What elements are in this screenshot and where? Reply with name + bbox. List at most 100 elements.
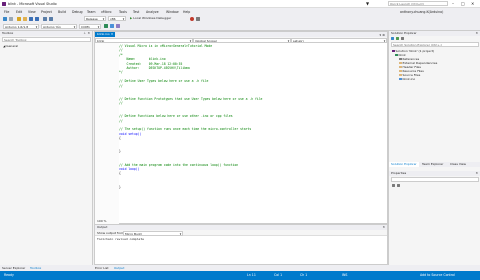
- menu-team[interactable]: Team: [87, 10, 95, 14]
- tab-server-explorer[interactable]: Server Explorer: [2, 266, 25, 270]
- maximize-button[interactable]: □: [461, 1, 465, 6]
- solution-explorer-tabs: Solution Explorer Team Explorer Class Vi…: [389, 162, 480, 167]
- toolbox-group-general[interactable]: ◢ General: [3, 44, 18, 48]
- new-vertical-tab-icon[interactable]: ⚙: [382, 33, 385, 37]
- code-area[interactable]: // Visual Micro is in vMicro>General>Tut…: [119, 43, 387, 225]
- menu-project[interactable]: Project: [41, 10, 52, 14]
- output-title: Output: [97, 225, 108, 229]
- breakpoint-icon[interactable]: [190, 16, 194, 21]
- tab-overflow-icon[interactable]: ▾: [379, 33, 381, 37]
- close-button[interactable]: ✕: [471, 1, 474, 6]
- properties-header: Properties ✕: [389, 171, 480, 176]
- chevron-down-icon: ▾: [383, 38, 386, 43]
- output-text: Toolchain revived complete: [97, 237, 144, 241]
- board-value: Arduino 1.6/1.8: [5, 24, 29, 29]
- bookmark-icon[interactable]: [196, 16, 200, 21]
- properties-panel: Properties ✕: [388, 171, 480, 265]
- status-line: Ln 11: [247, 273, 256, 277]
- refresh-icon[interactable]: [396, 36, 399, 40]
- menu-analyze[interactable]: Analyze: [146, 10, 159, 14]
- new-project-icon[interactable]: [17, 16, 21, 21]
- save-icon[interactable]: [29, 16, 33, 21]
- categorized-icon[interactable]: [392, 183, 395, 187]
- add-to-source-control[interactable]: Add to Source Control: [420, 273, 455, 277]
- back-icon[interactable]: [3, 16, 7, 21]
- output-source-dropdown[interactable]: Micro Build ▾: [123, 230, 183, 236]
- chevron-down-icon: ▾: [102, 17, 105, 21]
- chevron-down-icon: ▾: [97, 24, 100, 29]
- board2-dropdown[interactable]: Arduino Yún ▾: [41, 23, 77, 29]
- port-dropdown[interactable]: COM1 ▾: [79, 23, 101, 29]
- build-icon[interactable]: [116, 24, 120, 28]
- solution-search-input[interactable]: Search Solution Explorer (Ctrl+;): [391, 42, 479, 47]
- menu-window[interactable]: Window: [166, 10, 179, 14]
- menu-debug[interactable]: Debug: [72, 10, 82, 14]
- tree-item-blink-ino[interactable]: blink.ino: [399, 77, 415, 81]
- solution-explorer-title: Solution Explorer: [391, 31, 417, 35]
- menu-tools[interactable]: Tools: [119, 10, 127, 14]
- menu-help[interactable]: Help: [183, 10, 190, 14]
- menu-edit[interactable]: Edit: [16, 10, 22, 14]
- tab-solution-explorer[interactable]: Solution Explorer: [389, 162, 419, 167]
- close-icon[interactable]: ✕: [87, 31, 90, 36]
- debug-target-label: Local Windows Debugger: [133, 16, 172, 21]
- debug-target-button[interactable]: ▶ Local Windows Debugger: [130, 16, 171, 20]
- nav-member-dropdown[interactable]: setup() ▾: [291, 37, 387, 43]
- alphabetical-icon[interactable]: [397, 183, 400, 187]
- menu-bar: File Edit View Project Build Debug Team …: [0, 8, 480, 15]
- nav-scope-dropdown[interactable]: (Global Scope) ▾: [193, 37, 291, 43]
- platform-value: x86: [110, 17, 116, 21]
- close-icon[interactable]: ✕: [475, 171, 478, 176]
- menu-build[interactable]: Build: [58, 10, 66, 14]
- chevron-down-icon: ▾: [189, 38, 192, 43]
- menu-test[interactable]: Test: [133, 10, 139, 14]
- toolbox-title: Toolbox: [2, 31, 14, 35]
- tab-output[interactable]: Output: [114, 266, 124, 270]
- toolbox-search-input[interactable]: Search Toolbox: [2, 37, 91, 42]
- tab-error-list[interactable]: Error List: [95, 266, 109, 270]
- zoom-level[interactable]: 100 %: [97, 219, 107, 223]
- menu-file[interactable]: File: [4, 10, 9, 14]
- platform-dropdown[interactable]: x86 ▾: [108, 16, 126, 21]
- config-value: Release: [86, 17, 98, 21]
- show-output-label: Show output from:: [97, 231, 125, 235]
- tree-item-label: blink.ino: [402, 77, 416, 81]
- chevron-down-icon: ▾: [122, 17, 125, 21]
- undo-icon[interactable]: [43, 16, 47, 21]
- nav-file-dropdown[interactable]: blink ▾: [95, 37, 193, 43]
- folder-icon: [399, 73, 402, 77]
- open-icon[interactable]: [23, 16, 27, 21]
- collapse-icon[interactable]: [401, 36, 404, 40]
- board-dropdown[interactable]: Arduino 1.6/1.8 ▾: [3, 23, 39, 29]
- tab-toolbox[interactable]: Toolbox: [30, 266, 41, 270]
- home-icon[interactable]: [391, 36, 394, 40]
- tab-team-explorer[interactable]: Team Explorer: [420, 162, 445, 167]
- notifications-icon[interactable]: ▼: [366, 1, 369, 6]
- serial-monitor-icon[interactable]: [110, 24, 114, 28]
- chevron-down-icon: ▾: [73, 24, 76, 29]
- redo-icon[interactable]: [49, 16, 53, 21]
- references-icon: [399, 57, 402, 61]
- pin-icon[interactable]: ⊥: [83, 31, 86, 36]
- config-dropdown[interactable]: Release ▾: [84, 16, 106, 21]
- folder-icon: [399, 69, 402, 73]
- forward-icon[interactable]: [9, 16, 13, 21]
- close-icon[interactable]: ✕: [111, 32, 114, 36]
- quick-launch-input[interactable]: Quick Launch (Ctrl+Q): [388, 1, 448, 6]
- save-all-icon[interactable]: [35, 16, 39, 21]
- user-account[interactable]: anthony.chuang.K(Arduino): [400, 10, 443, 14]
- menu-vmicro[interactable]: vMicro: [101, 10, 111, 14]
- upload-icon[interactable]: [104, 24, 108, 28]
- properties-object-dropdown[interactable]: [391, 177, 479, 182]
- minimize-button[interactable]: –: [452, 1, 454, 6]
- project-icon: [395, 53, 398, 57]
- code-line: }: [119, 184, 121, 189]
- properties-title: Properties: [391, 171, 407, 175]
- menu-view[interactable]: View: [28, 10, 36, 14]
- tab-class-view[interactable]: Class View: [448, 162, 468, 167]
- output-toolbar: Show output from: Micro Build ▾: [95, 230, 387, 236]
- file-icon: [399, 77, 402, 81]
- folder-icon: [399, 65, 402, 69]
- status-col: Col 1: [274, 273, 283, 277]
- vs-logo-icon: [2, 1, 6, 6]
